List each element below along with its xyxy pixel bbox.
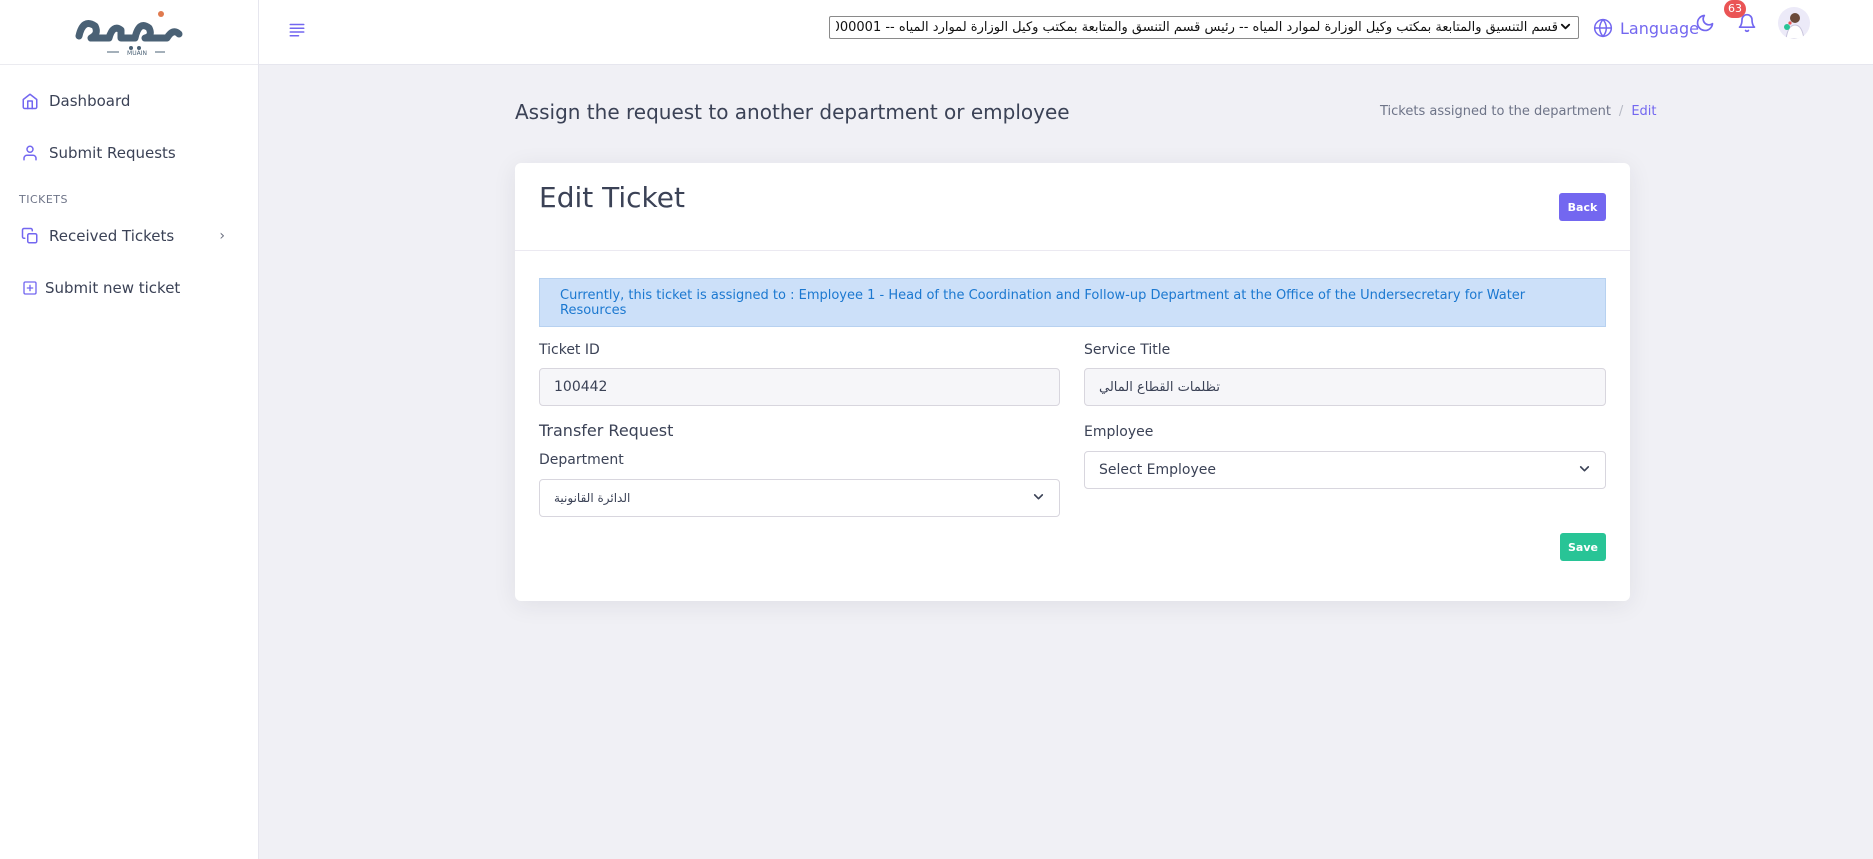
breadcrumb: Tickets assigned to the department / Edi… bbox=[1380, 104, 1657, 119]
plus-square-icon bbox=[20, 278, 40, 298]
chevron-down-icon bbox=[1558, 21, 1572, 35]
language-label: Language bbox=[1620, 18, 1699, 38]
employee-value: Select Employee bbox=[1099, 462, 1216, 478]
logo[interactable]: MUAIN bbox=[0, 0, 258, 65]
department-label: Department bbox=[539, 452, 624, 468]
sidebar-item-label: Submit new ticket bbox=[45, 279, 181, 297]
chevron-down-icon bbox=[1032, 490, 1045, 507]
home-icon bbox=[20, 91, 40, 111]
employee-role-select[interactable]: قسم التنسيق والمتابعة بمكتب وكيل الوزارة… bbox=[829, 16, 1579, 39]
sidebar-item-submit-new-ticket[interactable]: Submit new ticket bbox=[0, 262, 258, 314]
chevron-right-icon: › bbox=[219, 228, 225, 244]
sidebar-section-tickets: TICKETS bbox=[19, 193, 69, 206]
sidebar: MUAIN Dashboard Submit Requests TICKETS … bbox=[0, 0, 259, 859]
logo-caption: MUAIN bbox=[127, 50, 147, 57]
sidebar-item-dashboard[interactable]: Dashboard bbox=[0, 75, 258, 127]
service-title-field[interactable]: تظلمات القطاع المالي bbox=[1084, 368, 1606, 406]
topbar: قسم التنسيق والمتابعة بمكتب وكيل الوزارة… bbox=[259, 0, 1873, 65]
card-header: Edit Ticket Back bbox=[515, 163, 1630, 251]
card-title: Edit Ticket bbox=[539, 181, 685, 214]
page-title: Assign the request to another department… bbox=[515, 100, 1070, 124]
transfer-request-title: Transfer Request bbox=[539, 421, 674, 440]
edit-ticket-card: Edit Ticket Back Currently, this ticket … bbox=[515, 163, 1630, 601]
avatar[interactable] bbox=[1778, 7, 1810, 39]
copy-icon bbox=[20, 226, 40, 246]
moon-icon[interactable] bbox=[1695, 13, 1715, 37]
sidebar-item-submit-requests[interactable]: Submit Requests bbox=[0, 127, 258, 179]
ticket-id-label: Ticket ID bbox=[539, 342, 600, 358]
notification-badge: 63 bbox=[1724, 0, 1746, 18]
language-switcher[interactable]: Language bbox=[1593, 14, 1699, 42]
department-select[interactable]: الدائرة القانونية bbox=[539, 479, 1060, 517]
back-button[interactable]: Back bbox=[1559, 193, 1606, 221]
assignment-alert: Currently, this ticket is assigned to : … bbox=[539, 278, 1606, 327]
sidebar-item-label: Received Tickets bbox=[49, 227, 175, 245]
employee-role-value: قسم التنسيق والمتابعة بمكتب وكيل الوزارة… bbox=[836, 20, 1558, 35]
sidebar-item-label: Submit Requests bbox=[49, 144, 176, 162]
employee-label: Employee bbox=[1084, 424, 1154, 440]
user-icon bbox=[20, 143, 40, 163]
department-value: الدائرة القانونية bbox=[554, 491, 631, 505]
breadcrumb-separator: / bbox=[1618, 104, 1624, 119]
ticket-id-field[interactable]: 100442 bbox=[539, 368, 1060, 406]
menu-toggle-icon[interactable] bbox=[288, 20, 308, 40]
save-button[interactable]: Save bbox=[1560, 533, 1606, 561]
chevron-down-icon bbox=[1578, 462, 1591, 479]
sidebar-item-received-tickets[interactable]: Received Tickets › bbox=[0, 210, 258, 262]
employee-select[interactable]: Select Employee bbox=[1084, 451, 1606, 489]
service-title-label: Service Title bbox=[1084, 342, 1171, 358]
muain-logo-icon: MUAIN bbox=[75, 11, 183, 57]
breadcrumb-item-tickets[interactable]: Tickets assigned to the department bbox=[1380, 104, 1611, 119]
globe-icon bbox=[1593, 18, 1613, 38]
breadcrumb-item-edit: Edit bbox=[1631, 104, 1657, 119]
sidebar-item-label: Dashboard bbox=[49, 92, 131, 110]
